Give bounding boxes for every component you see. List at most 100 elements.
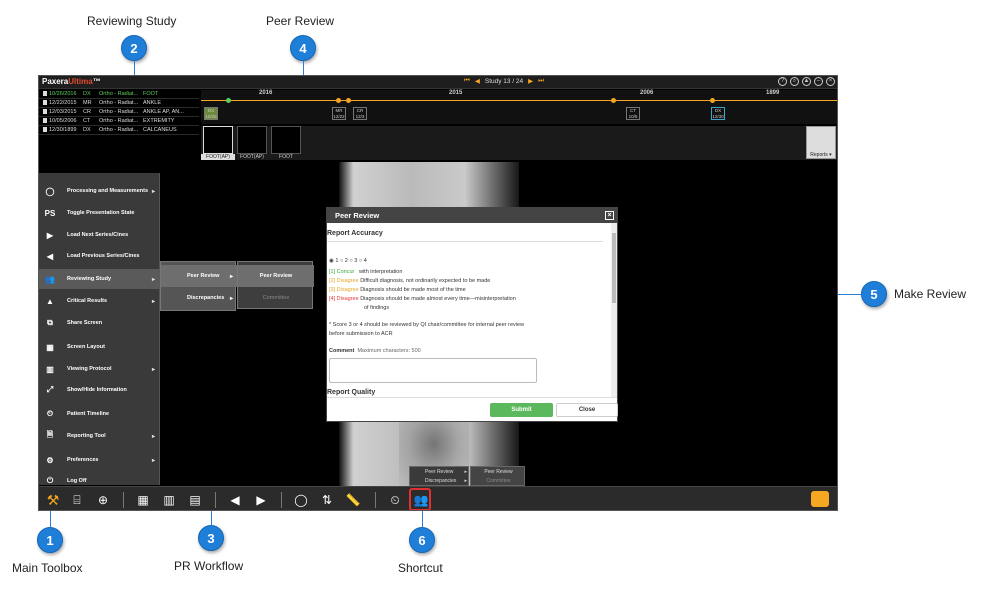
toolbox-item[interactable]: ⤢ Show/Hide Information xyxy=(39,380,160,400)
timeline-marker[interactable] xyxy=(346,98,351,103)
mouse-icon[interactable]: ⌸ xyxy=(67,490,87,510)
dialog-scrollbar[interactable] xyxy=(611,223,617,398)
timeline-marker[interactable] xyxy=(611,98,616,103)
study-date: 12/30/1899 xyxy=(49,127,77,133)
toolbox-item[interactable]: ⧉ Share Screen xyxy=(39,313,160,333)
processing-icon[interactable]: ◯ xyxy=(291,490,311,510)
divider xyxy=(327,241,603,242)
study-description: Ortho - Radiat... xyxy=(99,91,139,97)
toolbox-item[interactable]: ⏲ Patient Timeline xyxy=(39,404,160,424)
study-row[interactable]: 10/05/2006 CT Ortho - Radiat... EXTREMITY xyxy=(39,117,199,126)
toolbox-item-label: Reviewing Study xyxy=(67,276,112,282)
study-row[interactable]: 12/30/1899 DX Ortho - Radiat... CALCANEUS xyxy=(39,126,199,135)
study-navigator: ⏮ ◀ Study 13 / 24 ▶ ⏭ xyxy=(464,77,544,85)
ruler-icon[interactable]: 📏 xyxy=(343,490,363,510)
radio-option[interactable]: ○ 3 xyxy=(349,258,357,264)
main-toolbox-icon[interactable]: ⚒ xyxy=(43,490,63,510)
callout-label-2: Reviewing Study xyxy=(87,14,177,28)
toolbox-item[interactable]: ◯ Processing and Measurements ▸ xyxy=(39,181,160,201)
comment-hint: Maximum characters: 500 xyxy=(357,348,421,354)
close-button[interactable]: Close xyxy=(556,403,618,417)
previous-icon[interactable]: ◀ xyxy=(225,490,245,510)
reviewing-study-icon[interactable]: 👥 xyxy=(411,490,431,510)
radio-option[interactable]: ◉ 1 xyxy=(329,258,338,264)
series-thumbnail[interactable] xyxy=(237,126,267,154)
study-checkbox[interactable] xyxy=(39,91,47,97)
toolbox-item[interactable]: ⚙ Preferences ▸ xyxy=(39,450,160,470)
layout-icon[interactable]: ▦ xyxy=(133,490,153,510)
study-checkbox[interactable] xyxy=(39,109,47,115)
study-checkbox[interactable] xyxy=(39,118,47,124)
restore-icon[interactable]: ▲ xyxy=(802,77,811,86)
warning-icon: ▲ xyxy=(46,296,54,306)
help-icon[interactable]: ? xyxy=(778,77,787,86)
toolbox-item[interactable]: ◀ Load Previous Series/Cines xyxy=(39,246,160,266)
report-accuracy-title: Report Accuracy xyxy=(327,230,383,237)
study-checkbox[interactable] xyxy=(39,127,47,133)
comment-label-row: Comment Maximum characters: 500 xyxy=(329,348,421,354)
shortcut-peer-review[interactable]: Peer Review ▸ xyxy=(410,468,470,477)
reports-button[interactable]: Reports ▾ xyxy=(806,126,836,159)
radio-option[interactable]: ○ 2 xyxy=(340,258,348,264)
series-thumbnail[interactable] xyxy=(203,126,233,154)
next-icon: ▶ xyxy=(46,230,54,240)
prev-study-icon[interactable]: ◀ xyxy=(475,77,480,85)
shortcut-peer-review-action[interactable]: Peer Review xyxy=(471,468,526,477)
annotation-icon[interactable]: ⇅ xyxy=(317,490,337,510)
next-icon[interactable]: ▶ xyxy=(251,490,271,510)
submit-button[interactable]: Submit xyxy=(490,403,553,417)
timeline-icon: ⏲ xyxy=(46,409,54,418)
search-icon[interactable]: ⌕ xyxy=(790,77,799,86)
first-study-icon[interactable]: ⏮ xyxy=(464,77,470,85)
study-row[interactable]: 12/03/2015 CR Ortho - Radiat... ANKLE AP, A… xyxy=(39,108,199,117)
series-layout-icon[interactable]: ▤ xyxy=(185,490,205,510)
submenu-discrepancies[interactable]: Discrepancies ▸ xyxy=(161,287,237,309)
toolbox-item[interactable]: PS Toggle Presentation State xyxy=(39,203,160,223)
chat-icon[interactable] xyxy=(811,491,829,507)
timeline-study-box[interactable]: DX 10/26 xyxy=(204,107,218,120)
comment-textarea[interactable] xyxy=(329,358,537,383)
toolbox-item[interactable]: 👥 Reviewing Study ▸ xyxy=(39,269,160,289)
dialog-close-icon[interactable]: × xyxy=(605,211,614,220)
timeline-study-box[interactable]: MR 12/22 xyxy=(332,107,346,120)
close-icon[interactable]: × xyxy=(826,77,835,86)
toolbox-item[interactable]: ▥ Viewing Protocol ▸ xyxy=(39,359,160,379)
protocol-icon[interactable]: ▥ xyxy=(159,490,179,510)
score-line-4: [4] Disagree Diagnosis should be made al… xyxy=(329,296,516,302)
submenu-peer-review[interactable]: Peer Review ▸ xyxy=(161,265,237,287)
timeline-marker[interactable] xyxy=(226,98,231,103)
toolbox-item[interactable]: ▲ Critical Results ▸ xyxy=(39,291,160,311)
ps-icon: PS xyxy=(44,208,56,218)
callout-badge-5: 5 xyxy=(861,281,887,307)
next-study-icon[interactable]: ▶ xyxy=(528,77,533,85)
peer-review-dialog: Peer Review × Report Accuracy ◉ 1 ○ 2 ○ … xyxy=(326,207,618,422)
timeline-study-box[interactable]: CR 12/3 xyxy=(353,107,367,120)
score-radio-group[interactable]: ◉ 1 ○ 2 ○ 3 ○ 4 xyxy=(329,258,367,264)
toolbox-item[interactable]: ▦ Screen Layout xyxy=(39,337,160,357)
study-row[interactable]: 10/26/2016 DX Ortho - Radiat... FOOT xyxy=(39,90,199,99)
timeline-marker[interactable] xyxy=(336,98,341,103)
radio-option[interactable]: ○ 4 xyxy=(359,258,367,264)
series-thumbnail[interactable] xyxy=(271,126,301,154)
reviewing-icon: 👥 xyxy=(45,274,55,284)
timeline-study-box[interactable]: DX 12/30 xyxy=(711,107,725,120)
timeline-icon[interactable]: ⏲ xyxy=(385,490,405,510)
timeline-marker[interactable] xyxy=(710,98,715,103)
toolbox-item[interactable]: ▶ Load Next Series/Cines xyxy=(39,225,160,245)
window-controls: ? ⌕ ▲ – × xyxy=(778,77,835,86)
shortcut-discrepancies[interactable]: Discrepancies ▸ xyxy=(410,477,470,486)
toolbox-item[interactable]: 🗎 Reporting Tool ▸ xyxy=(39,426,160,446)
toolbox-item-label: Reporting Tool xyxy=(67,433,106,439)
zoom-icon[interactable]: ⊕ xyxy=(93,490,113,510)
info-icon: ⤢ xyxy=(46,385,54,394)
last-study-icon[interactable]: ⏭ xyxy=(538,77,544,85)
callout-label-3: PR Workflow xyxy=(174,559,244,573)
minimize-icon[interactable]: – xyxy=(814,77,823,86)
report-quality-title: Report Quality xyxy=(327,389,376,396)
timeline-study-box[interactable]: CT 10/5 xyxy=(626,107,640,120)
study-body-part: EXTREMITY xyxy=(143,118,175,124)
study-row[interactable]: 12/22/2015 MR Ortho - Radiat... ANKLE xyxy=(39,99,199,108)
study-modality: DX xyxy=(83,127,91,133)
submenu-peer-review-action[interactable]: Peer Review xyxy=(238,265,314,287)
study-checkbox[interactable] xyxy=(39,100,47,106)
